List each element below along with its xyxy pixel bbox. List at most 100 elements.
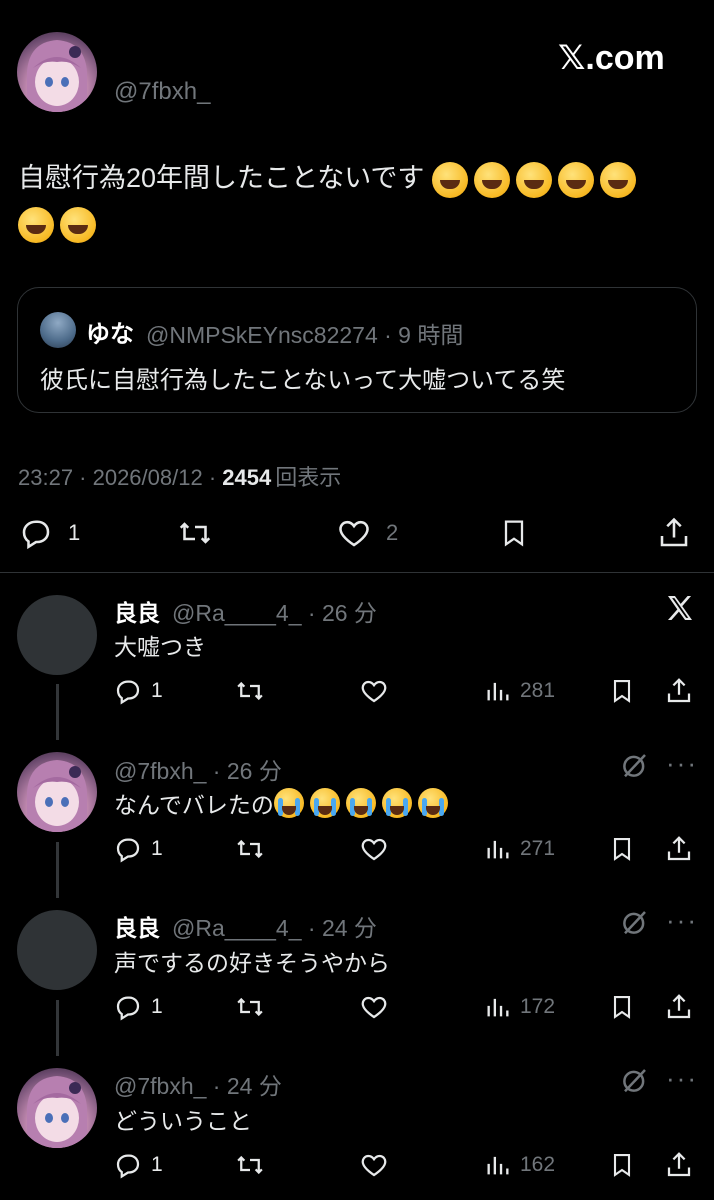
- reply-avatar[interactable]: [17, 595, 97, 675]
- bookmark-icon: [504, 520, 524, 547]
- tweet-text: 自慰行為20年間したことないです: [18, 163, 425, 193]
- crying-emoji-icon: [381, 788, 412, 818]
- reply-button[interactable]: 1: [113, 834, 163, 864]
- share-icon[interactable]: [664, 992, 694, 1022]
- heart-icon[interactable]: [358, 1150, 390, 1180]
- reply-handle-time: @Ra____4_ · 26 分: [172, 600, 377, 626]
- thread-line: [56, 1000, 59, 1056]
- crying-emoji-icon: [273, 788, 304, 818]
- author-handle[interactable]: @7fbxh_: [114, 78, 210, 106]
- tweet-emoji-line: [18, 207, 102, 243]
- reply-count: 1: [151, 995, 163, 1018]
- retweet-icon[interactable]: [233, 834, 267, 864]
- reply-count: 1: [151, 837, 163, 860]
- grok-icon[interactable]: [620, 1065, 650, 1095]
- section-divider: [0, 572, 714, 573]
- views-button[interactable]: 281: [484, 676, 555, 706]
- reply-icon: [116, 996, 140, 1021]
- bookmark-icon[interactable]: [608, 834, 636, 864]
- reply-handle-time: @7fbxh_ · 24 分: [114, 1073, 282, 1099]
- bookmark-button[interactable]: [498, 515, 530, 551]
- retweet-icon: [179, 522, 211, 544]
- views-label: 回表示: [275, 465, 342, 490]
- retweet-icon[interactable]: [233, 1150, 267, 1180]
- retweet-icon[interactable]: [233, 992, 267, 1022]
- quote-card[interactable]: ゆな @NMPSkEYnsc82274 · 9 時間 彼氏に自慰行為したことない…: [17, 287, 697, 413]
- reply-text: 声でするの好きそうやから: [114, 950, 390, 976]
- views-count: 162: [520, 1153, 556, 1176]
- reply-icon: [116, 838, 140, 863]
- share-icon[interactable]: [664, 676, 694, 706]
- crying-emoji-icon: [417, 788, 448, 818]
- reply-avatar[interactable]: [17, 752, 97, 832]
- reply-icon: [116, 1154, 140, 1179]
- tweet-text-line: 自慰行為20年間したことないです: [18, 160, 642, 198]
- laughing-emoji-icon: [431, 161, 468, 198]
- more-icon[interactable]: ···: [666, 905, 698, 936]
- heart-icon[interactable]: [358, 992, 390, 1022]
- bar-chart-icon: [487, 998, 509, 1017]
- reply-avatar[interactable]: [17, 910, 97, 990]
- reply-button[interactable]: 1: [113, 676, 163, 706]
- bookmark-icon[interactable]: [608, 992, 636, 1022]
- timestamp: 23:27 · 2026/08/12 ·: [18, 465, 223, 490]
- reply-handle-time: @Ra____4_ · 24 分: [172, 915, 377, 941]
- reply-author-name[interactable]: 良良: [114, 909, 160, 943]
- bar-chart-icon: [487, 1156, 509, 1175]
- reply-button[interactable]: 1: [113, 992, 163, 1022]
- retweet-icon[interactable]: [233, 676, 267, 706]
- reply-text: なんでバレたの: [114, 792, 274, 818]
- views-button[interactable]: 271: [484, 834, 555, 864]
- laughing-emoji-icon: [599, 161, 636, 198]
- more-icon[interactable]: ···: [666, 748, 698, 779]
- share-icon[interactable]: [664, 1150, 694, 1180]
- quote-text: 彼氏に自慰行為したことないって大嘘ついてる笑: [40, 367, 566, 394]
- views-count: 2454: [222, 465, 272, 490]
- like-button[interactable]: 2: [336, 515, 398, 551]
- laughing-emoji-icon: [18, 207, 54, 243]
- share-icon: [660, 517, 688, 547]
- bar-chart-icon: [487, 840, 509, 859]
- retweet-button[interactable]: [176, 515, 214, 551]
- grok-icon[interactable]: [620, 907, 650, 937]
- share-button[interactable]: [656, 515, 692, 551]
- reply-count: 1: [151, 1153, 163, 1176]
- reply-count: 1: [151, 679, 163, 702]
- reply-author-name[interactable]: 良良: [114, 594, 160, 628]
- grok-icon[interactable]: [620, 750, 650, 780]
- views-count: 172: [520, 995, 556, 1018]
- reply-text-line: なんでバレたの: [114, 786, 454, 820]
- quote-author-name: ゆな: [86, 321, 134, 348]
- share-icon[interactable]: [664, 834, 694, 864]
- bookmark-icon[interactable]: [608, 1150, 636, 1180]
- reply-icon: [116, 680, 140, 705]
- reply-text: どういうこと: [114, 1108, 252, 1134]
- reply-button[interactable]: 1: [113, 1150, 163, 1180]
- quote-handle-time: @NMPSkEYnsc82274 · 9 時間: [146, 322, 464, 348]
- bar-chart-icon: [487, 682, 509, 701]
- crying-emoji-icon: [309, 788, 340, 818]
- reply-handle-time: @7fbxh_ · 26 分: [114, 758, 282, 784]
- tweet-meta: 23:27 · 2026/08/12 · 2454 回表示: [18, 460, 341, 492]
- reply-avatar[interactable]: [17, 1068, 97, 1148]
- reply-icon: [22, 520, 50, 550]
- x-logo-icon[interactable]: [664, 592, 696, 624]
- views-count: 281: [520, 679, 556, 702]
- views-button[interactable]: 172: [484, 992, 555, 1022]
- bookmark-icon[interactable]: [608, 676, 636, 706]
- thread-line: [56, 842, 59, 898]
- author-avatar[interactable]: [17, 32, 97, 112]
- heart-icon[interactable]: [358, 834, 390, 864]
- heart-icon[interactable]: [358, 676, 390, 706]
- reply-button[interactable]: 1: [18, 515, 80, 551]
- crying-emoji-icon: [345, 788, 376, 818]
- reply-text: 大嘘つき: [114, 634, 206, 660]
- more-icon[interactable]: ···: [666, 1063, 698, 1094]
- views-button[interactable]: 162: [484, 1150, 555, 1180]
- x-com-brand: 𝕏.com: [558, 39, 665, 77]
- quote-avatar: [40, 312, 76, 348]
- thread-line: [56, 684, 59, 740]
- laughing-emoji-icon: [473, 161, 510, 198]
- like-count: 2: [386, 520, 399, 545]
- reply-count: 1: [68, 520, 81, 545]
